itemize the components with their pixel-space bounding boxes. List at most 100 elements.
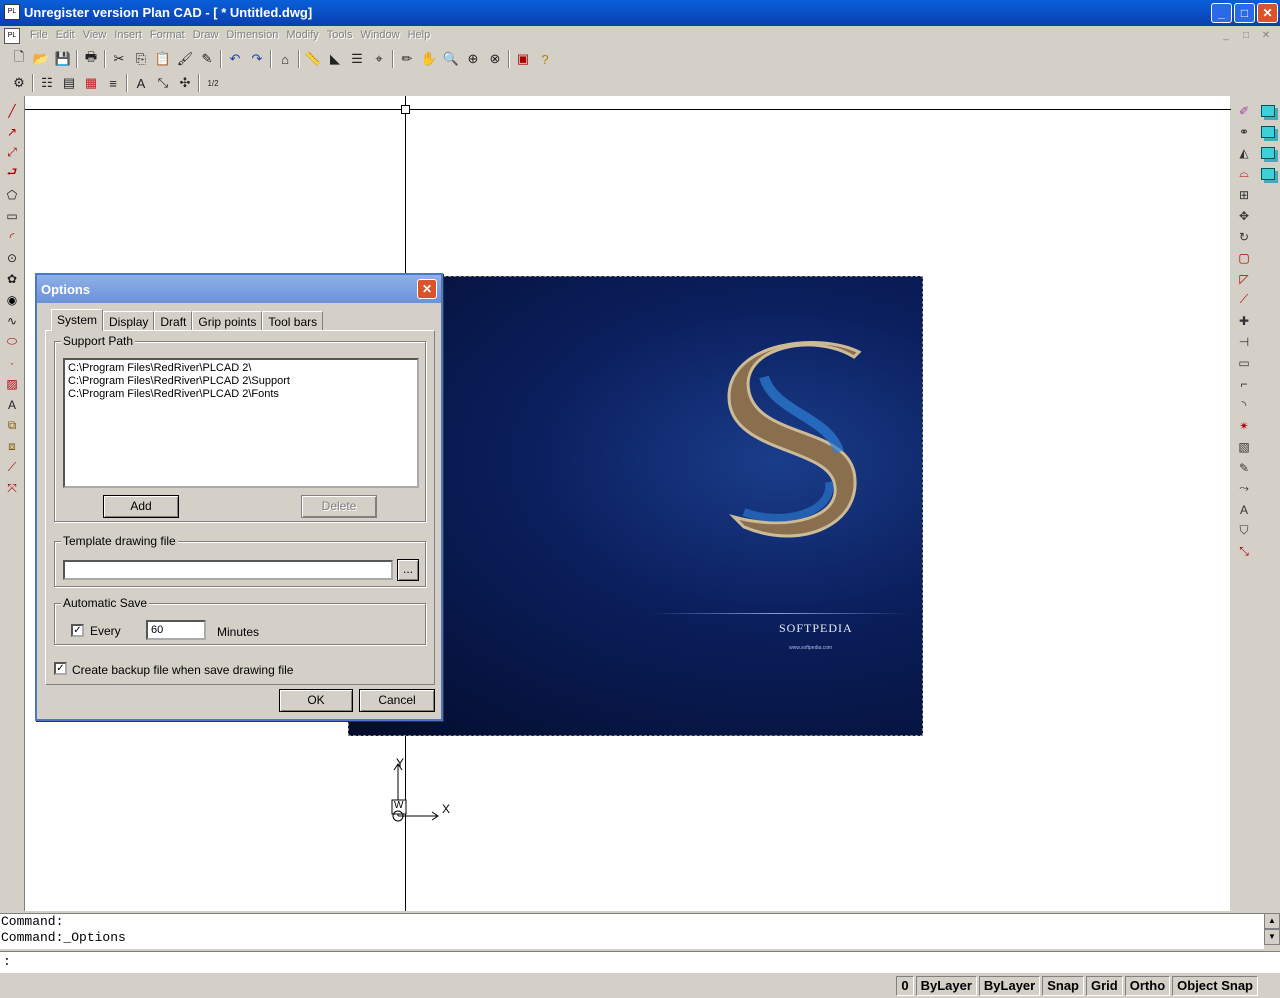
trim-icon[interactable]: ✚ [1233, 310, 1255, 331]
delete-path-button[interactable]: Delete [301, 495, 377, 518]
offset-icon[interactable]: ⌓ [1233, 163, 1255, 184]
menu-dimension[interactable]: Dimension [222, 29, 282, 41]
circle-icon[interactable]: ⊙ [1, 247, 23, 268]
print-icon[interactable]: 🖶 [80, 48, 102, 70]
point-style-icon[interactable]: ✣ [174, 72, 196, 94]
list-item[interactable]: C:\Program Files\RedRiver\PLCAD 2\ [68, 362, 414, 375]
open-folder-icon[interactable]: 📂 [30, 48, 52, 70]
status-ortho[interactable]: Ortho [1124, 976, 1171, 996]
minimize-button[interactable]: _ [1211, 3, 1232, 23]
edit-text-icon[interactable]: A [1233, 499, 1255, 520]
tab-display[interactable]: Display [103, 311, 155, 331]
insert-icon[interactable]: ⧈ [1, 436, 23, 457]
rotate-icon[interactable]: ↻ [1233, 226, 1255, 247]
about-icon[interactable]: ▣ [512, 48, 534, 70]
copy-icon[interactable]: ⎘ [130, 48, 152, 70]
menu-draw[interactable]: Draw [189, 29, 223, 41]
coordinates-icon[interactable]: ⌖ [368, 48, 390, 70]
status-grid[interactable]: Grid [1086, 976, 1123, 996]
tab-draft[interactable]: Draft [154, 311, 193, 331]
ellipse-icon[interactable]: ⬭ [1, 331, 23, 352]
cut-icon[interactable]: ✂ [108, 48, 130, 70]
leader-icon[interactable]: ⤧ [1, 478, 23, 499]
insert-block-icon[interactable]: ⌂ [274, 48, 296, 70]
ray-icon[interactable]: ↗ [1, 121, 23, 142]
zoom-realtime-icon[interactable]: 🔍 [440, 48, 462, 70]
redo-icon[interactable]: ↷ [246, 48, 268, 70]
scroll-down-icon[interactable]: ▼ [1264, 929, 1280, 945]
edit-polyline-icon[interactable]: ✎ [1233, 457, 1255, 478]
edit-spline-icon[interactable]: ⤳ [1233, 478, 1255, 499]
fillet-icon[interactable]: ◝ [1233, 394, 1255, 415]
zoom-extents-icon[interactable]: ⊗ [484, 48, 506, 70]
undo-icon[interactable]: ↶ [224, 48, 246, 70]
command-input[interactable]: : [0, 951, 1280, 973]
explode-icon[interactable]: ✴ [1233, 415, 1255, 436]
stretch-icon[interactable]: ◸ [1233, 268, 1255, 289]
rectangle-icon[interactable]: ▭ [1, 205, 23, 226]
backup-checkbox[interactable]: ✓ [54, 662, 67, 675]
scale-icon[interactable]: ▢ [1233, 247, 1255, 268]
scroll-up-icon[interactable]: ▲ [1264, 913, 1280, 929]
units-icon[interactable]: 1/2 [202, 72, 224, 94]
bring-forward-icon[interactable] [1258, 142, 1278, 163]
edit-properties-icon[interactable]: ▧ [1233, 436, 1255, 457]
block-icon[interactable]: ⧉ [1, 415, 23, 436]
template-file-input[interactable] [63, 560, 393, 580]
document-icon[interactable]: PL [4, 28, 20, 44]
zoom-window-icon[interactable]: ⊕ [462, 48, 484, 70]
point-icon[interactable]: · [1, 352, 23, 373]
text-style-icon[interactable]: A [130, 72, 152, 94]
extend-icon[interactable]: ⊣ [1233, 331, 1255, 352]
polygon-icon[interactable]: ⬠ [1, 184, 23, 205]
status-color[interactable]: ByLayer [915, 976, 977, 996]
match-properties-icon[interactable]: 🖌 [174, 48, 196, 70]
status-object-snap[interactable]: Object Snap [1172, 976, 1258, 996]
menu-help[interactable]: Help [404, 29, 435, 41]
command-scrollbar[interactable]: ▲ ▼ [1264, 913, 1280, 949]
add-path-button[interactable]: Add [103, 495, 179, 518]
move-icon[interactable]: ✥ [1233, 205, 1255, 226]
construction-line-icon[interactable]: ⤢ [1, 142, 23, 163]
lengthen-icon[interactable]: ⟋ [1233, 289, 1255, 310]
redraw-icon[interactable]: ✏ [396, 48, 418, 70]
send-to-back-icon[interactable] [1258, 121, 1278, 142]
maximize-button[interactable]: □ [1234, 3, 1255, 23]
layer-stack-icon[interactable]: ▤ [58, 72, 80, 94]
layers-icon[interactable]: ☷ [36, 72, 58, 94]
support-path-list[interactable]: C:\Program Files\RedRiver\PLCAD 2\ C:\Pr… [63, 358, 419, 488]
menu-window[interactable]: Window [356, 29, 403, 41]
mdi-minimize-button[interactable]: _ [1218, 29, 1234, 43]
tab-grip-points[interactable]: Grip points [192, 311, 263, 331]
menu-tools[interactable]: Tools [323, 29, 357, 41]
edit-dimension-icon[interactable]: ⤡ [1233, 541, 1255, 562]
list-item[interactable]: C:\Program Files\RedRiver\PLCAD 2\Fonts [68, 388, 414, 401]
copy-object-icon[interactable]: ⚭ [1233, 121, 1255, 142]
break-icon[interactable]: ▭ [1233, 352, 1255, 373]
menu-view[interactable]: View [79, 29, 111, 41]
cancel-button[interactable]: Cancel [359, 689, 435, 712]
text-icon[interactable]: A [1, 394, 23, 415]
list-icon[interactable]: ☰ [346, 48, 368, 70]
mdi-close-button[interactable]: ✕ [1258, 29, 1274, 43]
browse-template-button[interactable]: ... [397, 559, 419, 581]
menu-format[interactable]: Format [146, 29, 189, 41]
donut-icon[interactable]: ◉ [1, 289, 23, 310]
paste-icon[interactable]: 📋 [152, 48, 174, 70]
menu-insert[interactable]: Insert [110, 29, 146, 41]
spline-icon[interactable]: ∿ [1, 310, 23, 331]
linetype-icon[interactable]: ≡ [102, 72, 124, 94]
dimension-style-icon[interactable]: ⤡ [152, 72, 174, 94]
tab-system[interactable]: System [51, 309, 104, 331]
menu-file[interactable]: File [26, 29, 52, 41]
arc-icon[interactable]: ◜ [1, 226, 23, 247]
ok-button[interactable]: OK [279, 689, 353, 712]
list-item[interactable]: C:\Program Files\RedRiver\PLCAD 2\Suppor… [68, 375, 414, 388]
close-button[interactable]: ✕ [1257, 3, 1278, 23]
layer-manager-icon[interactable]: ⚙ [8, 72, 30, 94]
hatch-icon[interactable]: ▨ [1, 373, 23, 394]
menu-modify[interactable]: Modify [282, 29, 322, 41]
chamfer-icon[interactable]: ⌐ [1233, 373, 1255, 394]
new-file-icon[interactable]: 🗋 [8, 48, 30, 70]
polyline-icon[interactable]: ⮐ [1, 163, 23, 184]
